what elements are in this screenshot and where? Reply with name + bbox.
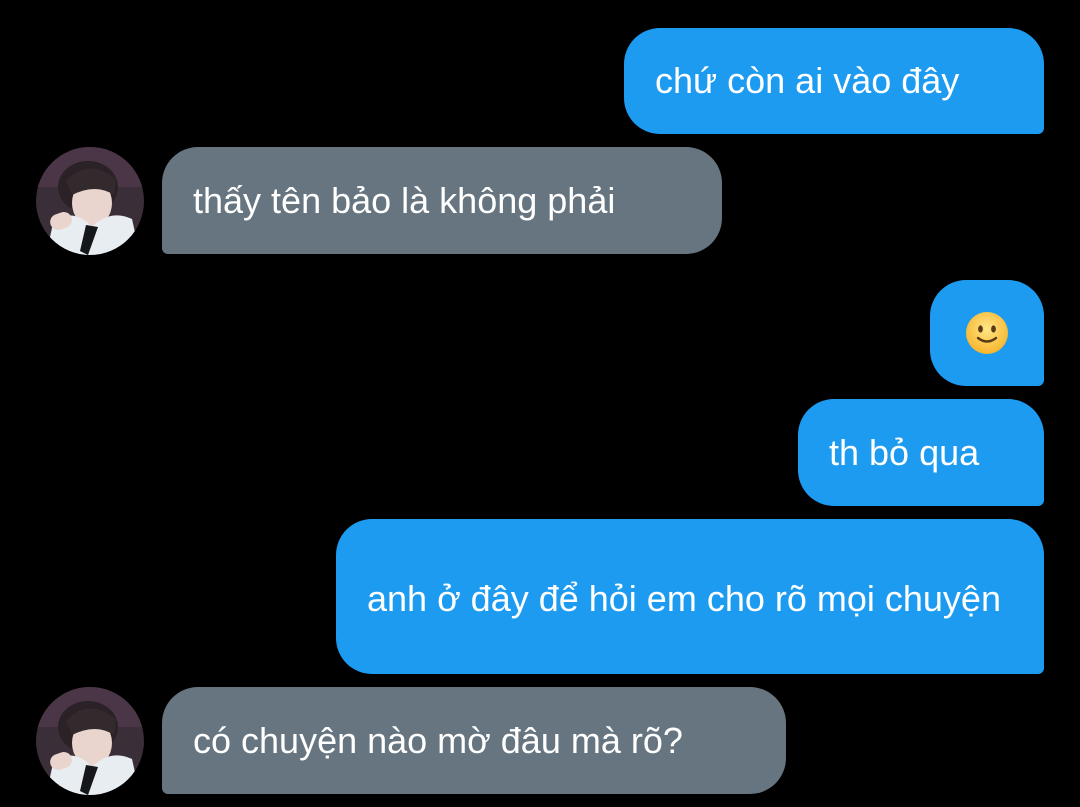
message-text: th bỏ qua — [829, 431, 980, 473]
message-text: anh ở đây để hỏi em cho rõ mọi chuyện — [367, 577, 1001, 619]
message-text: thấy tên bảo là không phải — [193, 179, 616, 221]
avatar-image — [36, 687, 144, 795]
slightly-smiling-face-emoji — [966, 312, 1008, 354]
avatar[interactable] — [36, 147, 144, 255]
outgoing-message-bubble[interactable]: th bỏ qua — [798, 399, 1044, 506]
outgoing-message-bubble[interactable]: anh ở đây để hỏi em cho rõ mọi chuyện — [336, 519, 1044, 674]
avatar-image — [36, 147, 144, 255]
message-text: có chuyện nào mờ đâu mà rõ? — [193, 719, 683, 761]
avatar[interactable] — [36, 687, 144, 795]
message-text: chứ còn ai vào đây — [655, 60, 960, 101]
incoming-message-bubble[interactable]: có chuyện nào mờ đâu mà rõ? — [162, 687, 786, 794]
incoming-message-bubble[interactable]: thấy tên bảo là không phải — [162, 147, 722, 254]
outgoing-message-bubble[interactable] — [930, 280, 1044, 386]
outgoing-message-bubble[interactable]: chứ còn ai vào đây — [624, 28, 1044, 134]
